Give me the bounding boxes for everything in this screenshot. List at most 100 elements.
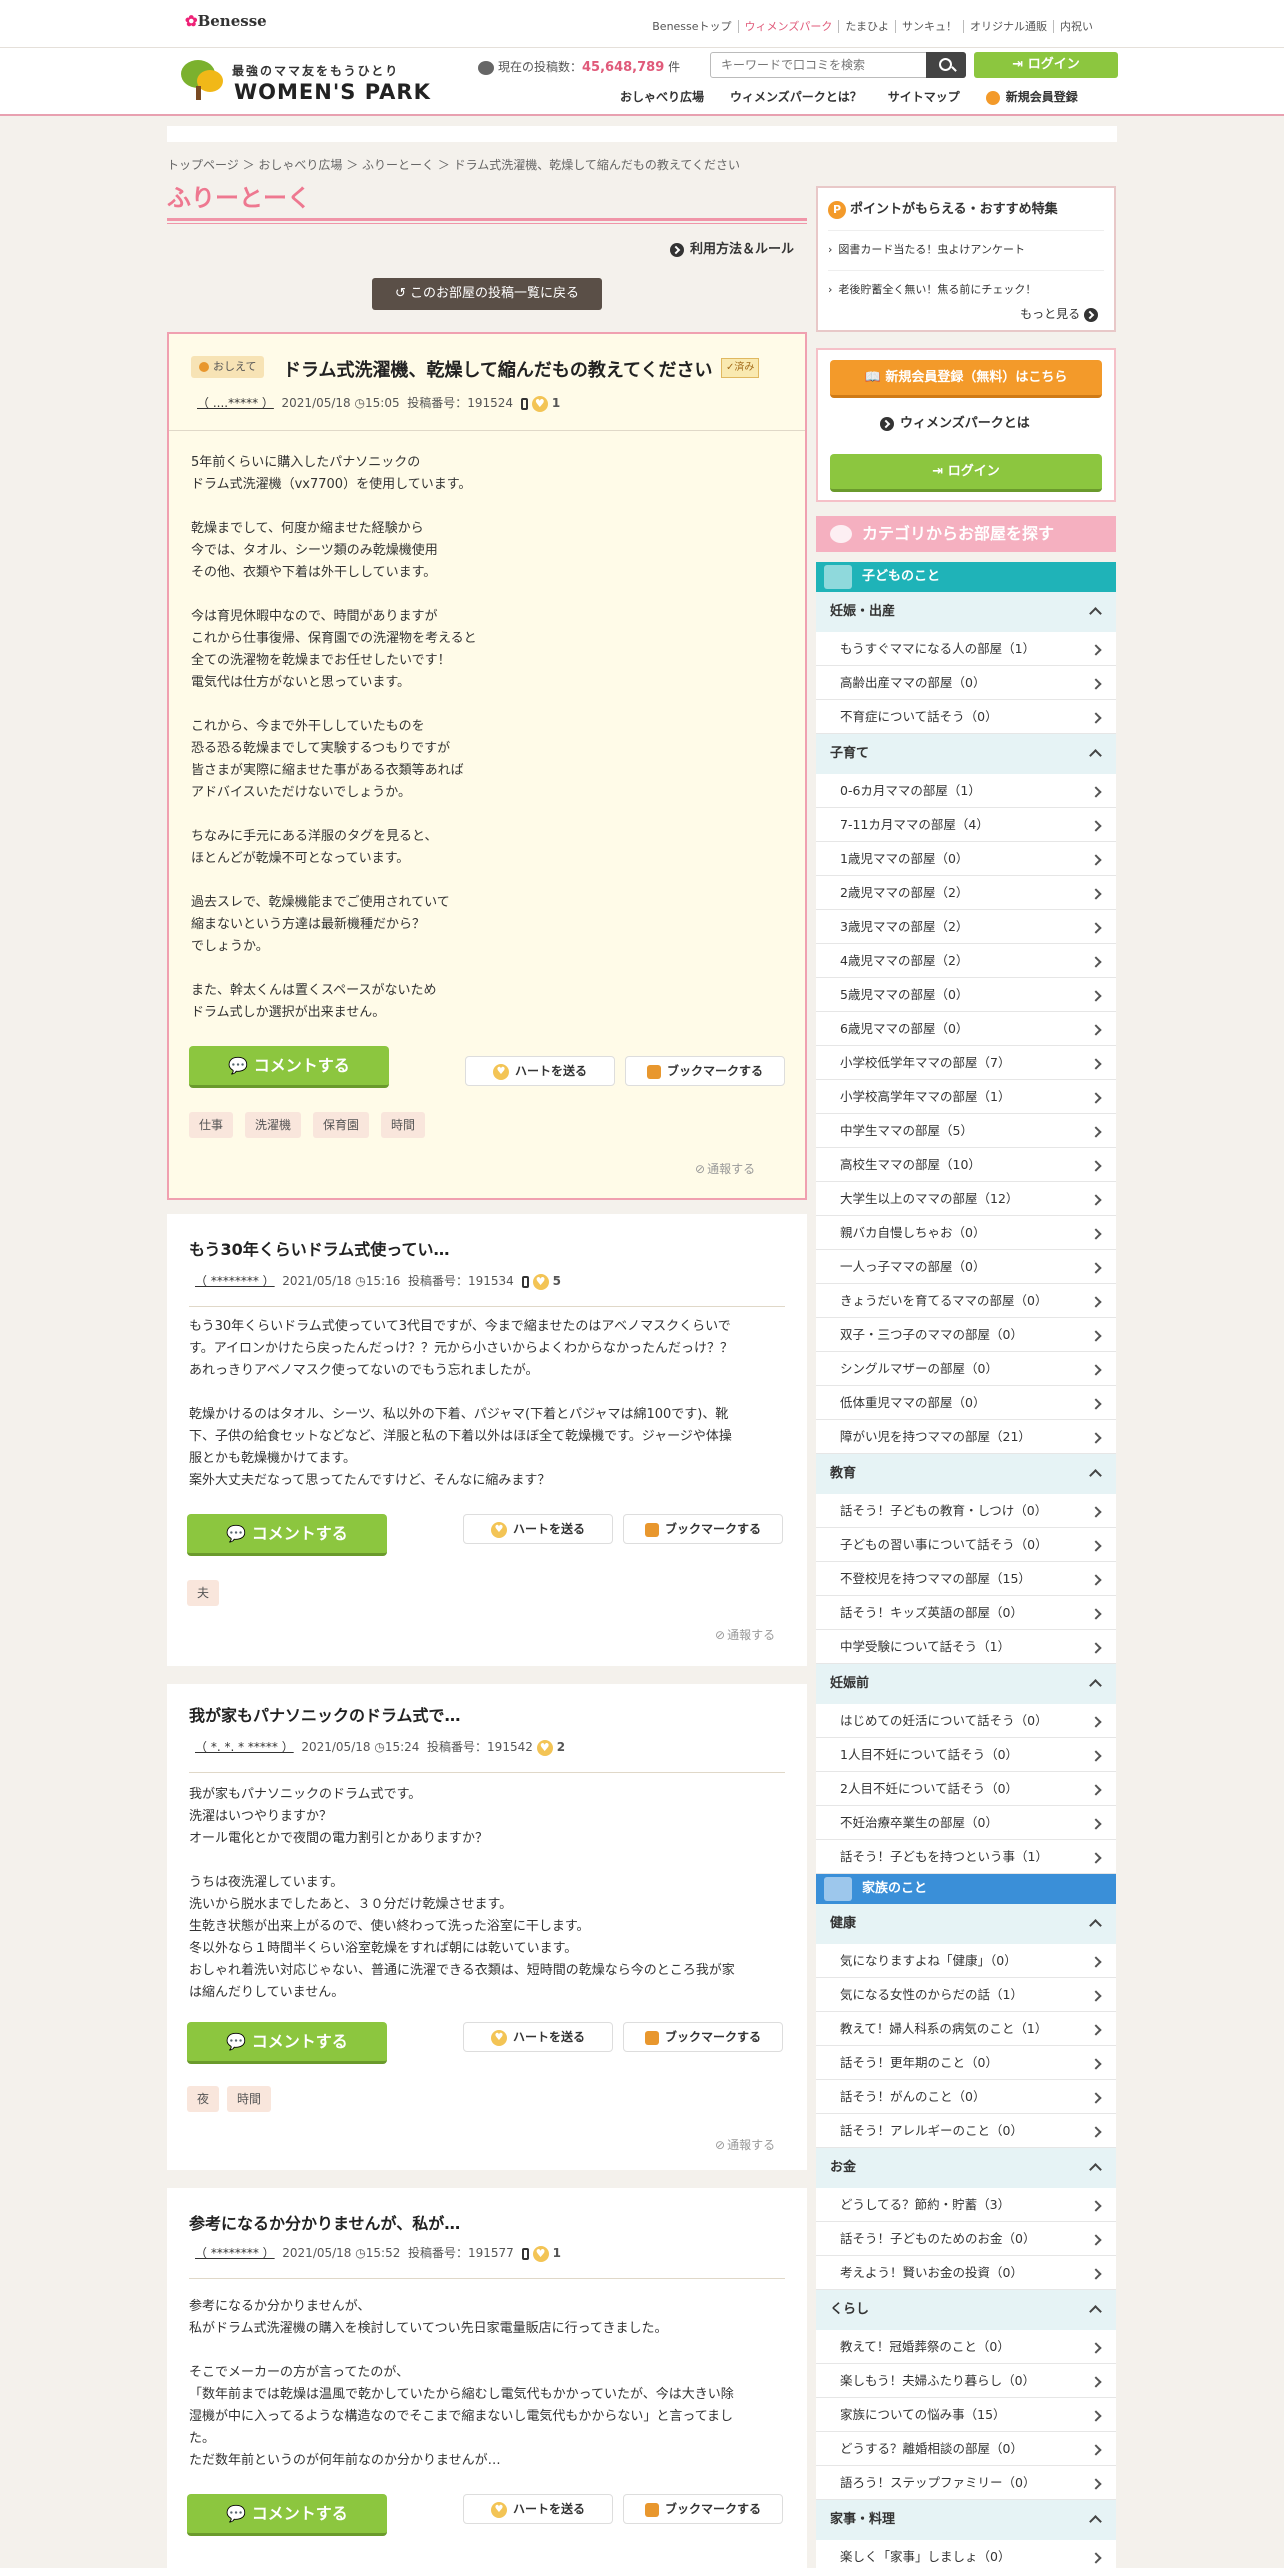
room-link[interactable]: 双子・三つ子のママの部屋（0） [816, 1318, 1116, 1352]
room-link[interactable]: 小学校低学年ママの部屋（7） [816, 1046, 1116, 1080]
room-link[interactable]: 話そう！子どもの教育・しつけ（0） [816, 1494, 1116, 1528]
tag[interactable]: 夜 [187, 2086, 220, 2112]
room-link[interactable]: 障がい児を持つママの部屋（21） [816, 1420, 1116, 1454]
bookmark-button[interactable]: ブックマークする [623, 1514, 783, 1544]
room-link[interactable]: 不育症について話そう（0） [816, 700, 1116, 734]
tag[interactable]: 時間 [381, 1112, 426, 1138]
top-link[interactable]: サンキュ！ [895, 20, 963, 33]
about-link[interactable]: ウィメンズパークとは [880, 412, 1030, 431]
room-link[interactable]: 1人目不妊について話そう（0） [816, 1738, 1116, 1772]
nav-sitemap[interactable]: サイトマップ [888, 90, 960, 104]
category-group-toggle[interactable]: 健康 [816, 1904, 1116, 1944]
reply-title[interactable]: もう30年くらいドラム式使ってい… [189, 1236, 450, 1260]
tag[interactable]: 洗濯機 [245, 1112, 302, 1138]
category-group-toggle[interactable]: 教育 [816, 1454, 1116, 1494]
tree-logo-icon[interactable] [177, 60, 223, 100]
room-link[interactable]: 語ろう！ステップファミリー（0） [816, 2466, 1116, 2500]
room-link[interactable]: 1歳児ママの部屋（0） [816, 842, 1116, 876]
room-link[interactable]: 教えて！婦人科系の病気のこと（1） [816, 2012, 1116, 2046]
top-link[interactable]: ウィメンズパーク [737, 20, 839, 33]
room-link[interactable]: どうしてる？節約・貯蓄（3） [816, 2188, 1116, 2222]
category-group-toggle[interactable]: 妊娠前 [816, 1664, 1116, 1704]
post-user[interactable]: （ ....***** ） [197, 396, 274, 410]
promo-item[interactable]: 老後貯蓄全く無い！焦る前にチェック！ [828, 270, 1104, 297]
room-link[interactable]: シングルマザーの部屋（0） [816, 1352, 1116, 1386]
register-button[interactable]: 📖 新規会員登録（無料）はこちら [830, 360, 1102, 398]
report-link[interactable]: 通報する [715, 1626, 775, 1643]
room-link[interactable]: 話そう！アレルギーのこと（0） [816, 2114, 1116, 2148]
room-link[interactable]: 話そう！がんのこと（0） [816, 2080, 1116, 2114]
room-link[interactable]: どうする？離婚相談の部屋（0） [816, 2432, 1116, 2466]
room-link[interactable]: 高齢出産ママの部屋（0） [816, 666, 1116, 700]
search-input[interactable] [711, 53, 927, 77]
room-link[interactable]: 低体重児ママの部屋（0） [816, 1386, 1116, 1420]
category-group-toggle[interactable]: くらし [816, 2290, 1116, 2330]
comment-button[interactable]: 💬 コメントする [187, 2494, 387, 2536]
room-link[interactable]: 5歳児ママの部屋（0） [816, 978, 1116, 1012]
send-heart-button[interactable]: ハートを送る [463, 2494, 613, 2524]
report-link[interactable]: 通報する [715, 2136, 775, 2153]
room-link[interactable]: 親バカ自慢しちゃお（0） [816, 1216, 1116, 1250]
room-link[interactable]: 一人っ子ママの部屋（0） [816, 1250, 1116, 1284]
top-link[interactable]: オリジナル通販 [963, 20, 1053, 33]
top-link[interactable]: Benesseトップ [646, 20, 737, 33]
top-link[interactable]: たまひよ [838, 20, 895, 33]
room-link[interactable]: 3歳児ママの部屋（2） [816, 910, 1116, 944]
bookmark-button[interactable]: ブックマークする [623, 2494, 783, 2524]
comment-button[interactable]: 💬 コメントする [187, 2022, 387, 2064]
room-link[interactable]: 話そう！子どものためのお金（0） [816, 2222, 1116, 2256]
tag[interactable]: 保育園 [313, 1112, 370, 1138]
room-link[interactable]: 楽しく「家事」しましょ（0） [816, 2540, 1116, 2568]
room-link[interactable]: 楽しもう！夫婦ふたり暮らし（0） [816, 2364, 1116, 2398]
benesse-logo[interactable]: ✿Benesse [185, 12, 267, 30]
rules-link[interactable]: 利用方法＆ルール [670, 238, 794, 257]
room-link[interactable]: 0-6カ月ママの部屋（1） [816, 774, 1116, 808]
nav-about[interactable]: ウィメンズパークとは？ [730, 90, 862, 104]
tag[interactable]: 仕事 [189, 1112, 234, 1138]
more-link[interactable]: もっと見る [1020, 305, 1104, 322]
room-link[interactable]: 7-11カ月ママの部屋（4） [816, 808, 1116, 842]
room-link[interactable]: 中学受験について話そう（1） [816, 1630, 1116, 1664]
room-link[interactable]: はじめての妊活について話そう（0） [816, 1704, 1116, 1738]
nav-register[interactable]: 新規会員登録 [986, 90, 1078, 104]
room-link[interactable]: もうすぐママになる人の部屋（1） [816, 632, 1116, 666]
room-link[interactable]: 教えて！冠婚葬祭のこと（0） [816, 2330, 1116, 2364]
room-link[interactable]: 2歳児ママの部屋（2） [816, 876, 1116, 910]
room-link[interactable]: 小学校高学年ママの部屋（1） [816, 1080, 1116, 1114]
send-heart-button[interactable]: ハートを送る [463, 1514, 613, 1544]
room-link[interactable]: 考えよう！賢いお金の投資（0） [816, 2256, 1116, 2290]
room-link[interactable]: きょうだいを育てるママの部屋（0） [816, 1284, 1116, 1318]
send-heart-button[interactable]: ハートを送る [465, 1056, 615, 1086]
login-button-header[interactable]: ⇥ ログイン [974, 52, 1118, 78]
breadcrumb[interactable]: トップページ ＞ おしゃべり広場 ＞ ふりーとーく ＞ ドラム式洗濯機、乾燥して… [167, 156, 740, 173]
room-link[interactable]: 2人目不妊について話そう（0） [816, 1772, 1116, 1806]
bookmark-button[interactable]: ブックマークする [623, 2022, 783, 2052]
nav-oshaberi[interactable]: おしゃべり広場 [620, 90, 704, 104]
logo-title[interactable]: WOMEN'S PARK [234, 80, 431, 104]
login-button-sidebar[interactable]: ⇥ ログイン [830, 454, 1102, 492]
room-link[interactable]: 気になりますよね「健康」（0） [816, 1944, 1116, 1978]
category-group-toggle[interactable]: 家事・料理 [816, 2500, 1116, 2540]
room-link[interactable]: 子どもの習い事について話そう（0） [816, 1528, 1116, 1562]
search-icon[interactable] [926, 52, 966, 78]
tag[interactable]: 時間 [227, 2086, 272, 2112]
send-heart-button[interactable]: ハートを送る [463, 2022, 613, 2052]
back-to-list-button[interactable]: ↺ このお部屋の投稿一覧に戻る [372, 278, 602, 310]
promo-item[interactable]: 図書カード当たる！虫よけアンケート [828, 230, 1104, 257]
comment-button[interactable]: 💬 コメントする [187, 1514, 387, 1556]
category-group-toggle[interactable]: 子育て [816, 734, 1116, 774]
room-link[interactable]: 話そう！キッズ英語の部屋（0） [816, 1596, 1116, 1630]
room-link[interactable]: 不登校児を持つママの部屋（15） [816, 1562, 1116, 1596]
room-link[interactable]: 4歳児ママの部屋（2） [816, 944, 1116, 978]
comment-button[interactable]: 💬 コメントする [189, 1046, 389, 1088]
room-link[interactable]: 6歳児ママの部屋（0） [816, 1012, 1116, 1046]
category-group-toggle[interactable]: お金 [816, 2148, 1116, 2188]
room-link[interactable]: 家族についての悩み事（15） [816, 2398, 1116, 2432]
reply-title[interactable]: 参考になるか分かりませんが、私が… [189, 2210, 460, 2234]
tag[interactable]: 夫 [187, 1580, 220, 1606]
category-group-toggle[interactable]: 妊娠・出産 [816, 592, 1116, 632]
report-link[interactable]: 通報する [695, 1160, 755, 1177]
room-link[interactable]: 話そう！子どもを持つという事（1） [816, 1840, 1116, 1874]
room-link[interactable]: 不妊治療卒業生の部屋（0） [816, 1806, 1116, 1840]
bookmark-button[interactable]: ブックマークする [625, 1056, 785, 1086]
